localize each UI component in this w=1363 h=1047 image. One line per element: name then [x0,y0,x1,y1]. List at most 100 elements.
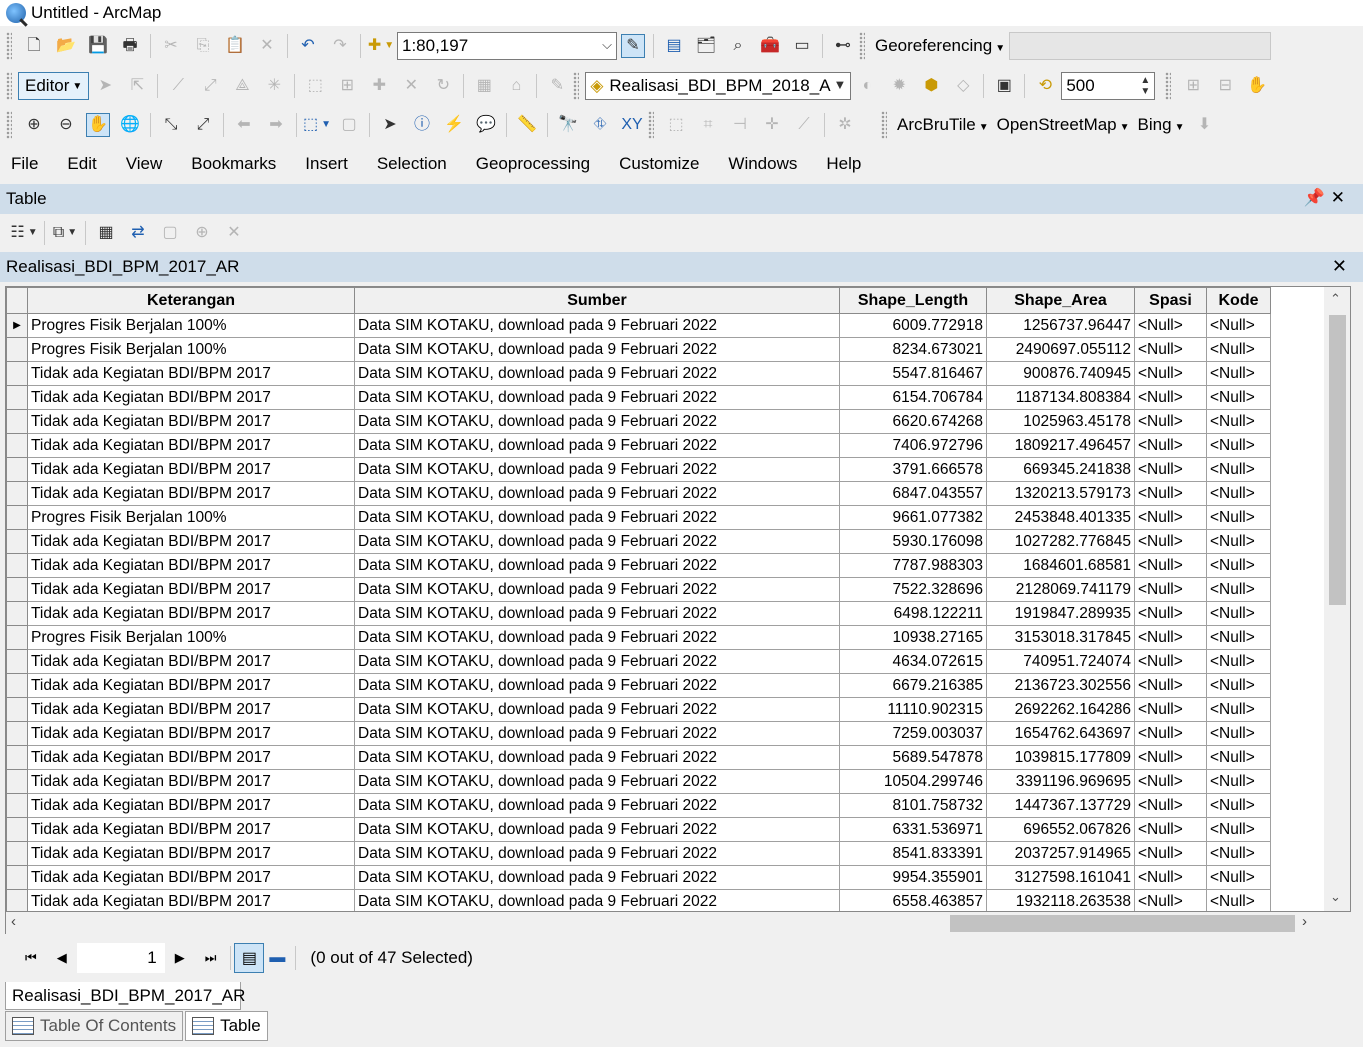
cell-kode[interactable]: <Null> [1206,769,1271,794]
cell-sumber[interactable]: Data SIM KOTAKU, download pada 9 Februar… [354,745,840,770]
cell-shape-length[interactable]: 6620.674268 [839,409,987,434]
fixed-zoom-out-icon[interactable]: ⤢ [192,114,214,136]
spin-arrows-icon[interactable]: ▲ ▼ [1140,75,1150,97]
row-selector[interactable] [6,577,28,602]
edit-tool-icon[interactable]: ➤ [94,75,116,97]
cell-shape-length[interactable]: 6331.536971 [839,817,987,842]
cell-kode[interactable]: <Null> [1206,313,1271,338]
cell-spasi[interactable]: <Null> [1134,505,1207,530]
cell-spasi[interactable]: <Null> [1134,409,1207,434]
select-features-icon[interactable]: ⬚ ▼ [303,114,331,136]
cell-shape-area[interactable]: 1320213.579173 [986,481,1135,506]
cell-sumber[interactable]: Data SIM KOTAKU, download pada 9 Februar… [354,529,840,554]
cell-spasi[interactable]: <Null> [1134,817,1207,842]
endpoint-arc-icon[interactable]: ⤢ [199,75,221,97]
cell-keterangan[interactable]: Tidak ada Kegiatan BDI/BPM 2017 [27,865,355,890]
row-selector[interactable] [6,697,28,722]
cell-shape-area[interactable]: 2128069.741179 [986,577,1135,602]
cell-shape-area[interactable]: 1919847.289935 [986,601,1135,626]
select-by-attributes-icon[interactable]: ▦ [95,222,117,244]
row-selector[interactable] [6,889,28,911]
cell-shape-length[interactable]: 6154.706784 [839,385,987,410]
close-icon[interactable]: ✕ [1332,256,1347,277]
cell-kode[interactable]: <Null> [1206,721,1271,746]
table-row[interactable]: Tidak ada Kegiatan BDI/BPM 2017 Data SIM … [6,577,1271,602]
scroll-up-icon[interactable]: ⌃ [1330,291,1341,307]
download-arrow-icon[interactable]: ⬇ [1193,114,1215,136]
contrast-icon[interactable]: ◐ [856,75,878,97]
table-row[interactable]: Tidak ada Kegiatan BDI/BPM 2017 Data SIM … [6,841,1271,866]
cell-kode[interactable]: <Null> [1206,673,1271,698]
cell-sumber[interactable]: Data SIM KOTAKU, download pada 9 Februar… [354,385,840,410]
reshape-icon[interactable]: ⊞ [336,75,358,97]
column-header-spasi[interactable]: Spasi [1134,287,1207,314]
menu-view[interactable]: View [123,154,166,174]
cell-sumber[interactable]: Data SIM KOTAKU, download pada 9 Februar… [354,649,840,674]
cell-shape-length[interactable]: 6498.122211 [839,601,987,626]
catalog-icon[interactable]: 🗂 [695,35,717,57]
arctoolbox-icon[interactable]: 🧰 [759,35,781,57]
flicker-icon[interactable]: ◇ [952,75,974,97]
cell-kode[interactable]: <Null> [1206,529,1271,554]
cell-shape-length[interactable]: 6558.463857 [839,889,987,911]
swipe-layer-icon[interactable]: ⬢ [920,75,942,97]
cell-shape-length[interactable]: 6679.216385 [839,673,987,698]
cut-icon[interactable]: ✂ [160,35,182,57]
cell-kode[interactable]: <Null> [1206,817,1271,842]
cell-shape-length[interactable]: 9954.355901 [839,865,987,890]
forward-arrow-icon[interactable]: ➡ [265,114,287,136]
current-record-input[interactable]: 1 [76,943,165,973]
table-row[interactable]: Tidak ada Kegiatan BDI/BPM 2017 Data SIM … [6,721,1271,746]
toolbar-grip[interactable] [648,111,654,139]
cell-keterangan[interactable]: Tidak ada Kegiatan BDI/BPM 2017 [27,769,355,794]
close-icon[interactable]: ✕ [1331,188,1351,207]
cell-keterangan[interactable]: Tidak ada Kegiatan BDI/BPM 2017 [27,673,355,698]
identify-info-icon[interactable]: ⓘ [411,114,433,136]
scroll-right-icon[interactable]: › [1302,913,1307,930]
cell-shape-area[interactable]: 3153018.317845 [986,625,1135,650]
toolbar-grip[interactable] [1165,72,1172,100]
layer-combo[interactable]: ◈ Realisasi_BDI_BPM_2018_A ▼ [585,72,852,100]
save-icon[interactable]: 💾 [87,35,109,57]
cell-spasi[interactable]: <Null> [1134,313,1207,338]
find-route-icon[interactable]: ⛗ [589,114,611,136]
html-popup-icon[interactable]: 💬 [475,114,497,136]
create-features-icon[interactable]: ✎ [546,75,568,97]
table-row[interactable]: Tidak ada Kegiatan BDI/BPM 2017 Data SIM … [6,889,1271,911]
toolbar-grip[interactable] [6,72,12,100]
tab-table[interactable]: Table [185,1011,268,1041]
cell-shape-area[interactable]: 1447367.137729 [986,793,1135,818]
split-icon[interactable]: ✕ [400,75,422,97]
add-data-icon[interactable]: ✚ ▼ [368,35,394,57]
table-row[interactable]: Tidak ada Kegiatan BDI/BPM 2017 Data SIM … [6,769,1271,794]
print-icon[interactable]: 🖶 [119,35,141,57]
zoom-in-icon[interactable]: ⊕ [23,114,45,136]
cell-sumber[interactable]: Data SIM KOTAKU, download pada 9 Februar… [354,409,840,434]
georeferencing-layer-combo[interactable] [1009,32,1272,60]
measure-ruler-icon[interactable]: 📏 [516,114,538,136]
cell-kode[interactable]: <Null> [1206,409,1271,434]
table-row[interactable]: Tidak ada Kegiatan BDI/BPM 2017 Data SIM … [6,481,1271,506]
table-row[interactable]: ▶ Progres Fisik Berjalan 100% Data SIM KOT… [6,313,1271,338]
cell-kode[interactable]: <Null> [1206,457,1271,482]
toolbar-grip[interactable] [573,72,580,100]
table-row[interactable]: Progres Fisik Berjalan 100% Data SIM KOTA… [6,625,1271,650]
calculator-icon[interactable]: ▣ [993,75,1015,97]
row-selector[interactable] [6,673,28,698]
cell-sumber[interactable]: Data SIM KOTAKU, download pada 9 Februar… [354,841,840,866]
cell-keterangan[interactable]: Progres Fisik Berjalan 100% [27,505,355,530]
row-selector[interactable] [6,361,28,386]
cell-sumber[interactable]: Data SIM KOTAKU, download pada 9 Februar… [354,313,840,338]
map-scale-combo[interactable]: 1:80,197 ⌵ [397,32,617,60]
cell-sumber[interactable]: Data SIM KOTAKU, download pada 9 Februar… [354,481,840,506]
arcbrutile-menu[interactable]: ArcBruTile ▼ [897,115,989,135]
first-record-icon[interactable]: ⏮ [25,950,37,966]
cell-spasi[interactable]: <Null> [1134,889,1207,911]
cell-spasi[interactable]: <Null> [1134,673,1207,698]
python-window-icon[interactable]: ▭ [791,35,813,57]
cell-shape-length[interactable]: 7522.328696 [839,577,987,602]
cell-spasi[interactable]: <Null> [1134,433,1207,458]
table-row[interactable]: Progres Fisik Berjalan 100% Data SIM KOTA… [6,337,1271,362]
table-options-icon[interactable]: ☷ ▼ [10,222,37,244]
pan-fixed-icon[interactable]: ✋ [1246,75,1268,97]
